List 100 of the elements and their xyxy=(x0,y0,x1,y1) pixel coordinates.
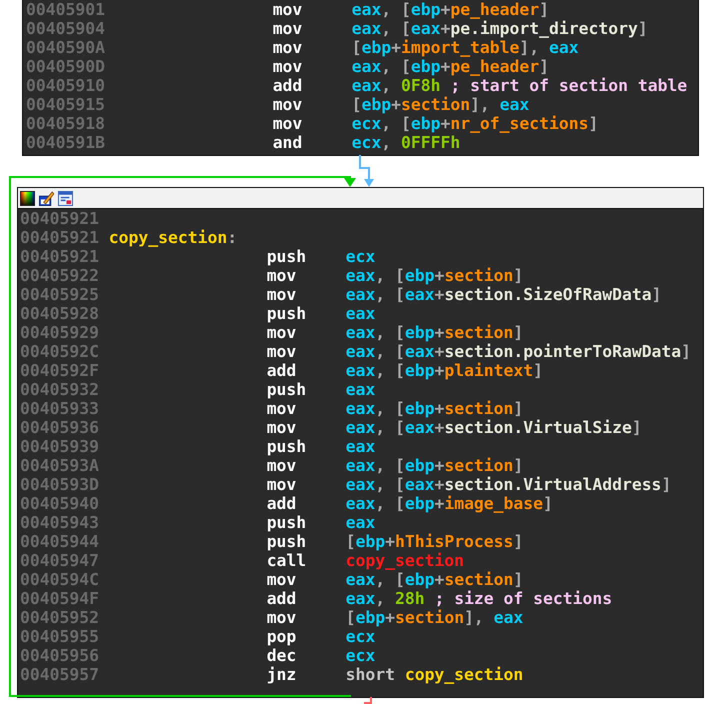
palette-icon[interactable] xyxy=(20,190,35,206)
operand-text: [ebp+section], eax xyxy=(346,608,524,627)
mnemonic-text: push xyxy=(266,513,308,532)
address-text: 0040594F xyxy=(20,589,99,608)
address-text: 00405928 xyxy=(20,304,99,323)
operand-text: [ebp+import_table], eax xyxy=(352,38,579,57)
flow-edge xyxy=(359,155,374,187)
operand-text: short copy_section xyxy=(346,665,524,684)
mnemonic-text: mov xyxy=(266,399,298,418)
operand-text: eax, 0F8h ; start of section table xyxy=(352,76,688,95)
mnemonic-text: mov xyxy=(266,323,298,342)
address-text: 0040592C xyxy=(20,342,99,361)
address-text: 0040593A xyxy=(20,456,99,475)
address-text: 00405901 xyxy=(26,0,105,19)
operand-text: [ebp+section], eax xyxy=(352,95,530,114)
operand-text: eax, [eax+pe.import_directory] xyxy=(352,19,648,38)
mnemonic-text: dec xyxy=(266,646,298,665)
address-text: 00405943 xyxy=(20,513,99,532)
address-text: 00405933 xyxy=(20,399,99,418)
operand-text: ecx xyxy=(346,247,376,266)
mnemonic-text: pop xyxy=(266,627,298,646)
operand-text: eax xyxy=(346,513,376,532)
operand-text: eax, [eax+section.SizeOfRawData] xyxy=(346,285,662,304)
operand-text: eax, [eax+section.VirtualAddress] xyxy=(346,475,672,494)
address-text: 00405939 xyxy=(20,437,99,456)
address-text: 00405932 xyxy=(20,380,99,399)
mnemonic-text: push xyxy=(266,532,308,551)
address-text: 00405944 xyxy=(20,532,99,551)
operand-text: ecx, 0FFFFh xyxy=(352,133,460,152)
address-text: 00405918 xyxy=(26,114,105,133)
branch-edge xyxy=(364,697,372,704)
mnemonic-text: mov xyxy=(266,475,298,494)
address-text: 00405957 xyxy=(20,665,99,684)
address-text: 00405940 xyxy=(20,494,99,513)
address-text: 00405915 xyxy=(26,95,105,114)
address-text: 0040591B xyxy=(26,133,105,152)
mnemonic-text: mov xyxy=(266,285,298,304)
mnemonic-text: push xyxy=(266,247,308,266)
pencil-icon[interactable] xyxy=(39,190,54,206)
mnemonic-text: mov xyxy=(272,95,304,114)
operand-text: eax, [eax+section.pointerToRawData] xyxy=(346,342,692,361)
mnemonic-text: mov xyxy=(266,570,298,589)
address-text: 00405947 xyxy=(20,551,99,570)
address-text: 00405925 xyxy=(20,285,99,304)
address-text: 00405956 xyxy=(20,646,99,665)
operand-text: eax, [ebp+section] xyxy=(346,399,524,418)
mnemonic-text: and xyxy=(272,133,304,152)
operand-text: ecx, [ebp+nr_of_sections] xyxy=(352,114,598,133)
operand-text: ecx xyxy=(346,627,376,646)
graph-window-icon[interactable] xyxy=(58,190,73,206)
operand-text: eax xyxy=(346,437,376,456)
mnemonic-text: mov xyxy=(272,0,304,19)
mnemonic-text: mov xyxy=(266,418,298,437)
operand-text: eax, [ebp+section] xyxy=(346,456,524,475)
address-text: 00405904 xyxy=(26,19,105,38)
mnemonic-text: mov xyxy=(266,342,298,361)
address-text: 00405955 xyxy=(20,627,99,646)
operand-text: [ebp+hThisProcess] xyxy=(346,532,524,551)
operand-text: eax, [ebp+plaintext] xyxy=(346,361,544,380)
mnemonic-text: mov xyxy=(272,57,304,76)
operand-text: eax, [ebp+section] xyxy=(346,323,524,342)
operand-text: ecx xyxy=(346,646,376,665)
address-text: 00405936 xyxy=(20,418,99,437)
mnemonic-text: mov xyxy=(272,19,304,38)
mnemonic-text: jnz xyxy=(266,665,298,684)
operand-text: copy_section xyxy=(346,551,464,570)
operand-text: eax, [ebp+section] xyxy=(346,266,524,285)
operand-text: eax, [ebp+image_base] xyxy=(346,494,553,513)
mnemonic-text: push xyxy=(266,304,308,323)
operand-text: eax, [eax+section.VirtualSize] xyxy=(346,418,642,437)
mnemonic-text: add xyxy=(266,494,298,513)
mnemonic-text: mov xyxy=(266,266,298,285)
operand-text: eax, 28h ; size of sections xyxy=(346,589,612,608)
mnemonic-text: add xyxy=(272,76,304,95)
address-text: 0040594C xyxy=(20,570,99,589)
address-text: 00405921 xyxy=(20,247,99,266)
address-text: 0040590D xyxy=(26,57,105,76)
address-text: 00405952 xyxy=(20,608,99,627)
mnemonic-text: add xyxy=(266,589,298,608)
mnemonic-text: add xyxy=(266,361,298,380)
mnemonic-text: push xyxy=(266,437,308,456)
operand-text: eax xyxy=(346,380,376,399)
operand-text: eax, [ebp+pe_header] xyxy=(352,57,550,76)
mnemonic-text: mov xyxy=(266,456,298,475)
address-text: 00405910 xyxy=(26,76,105,95)
address-text: 00405921 xyxy=(20,209,99,228)
operand-text: eax xyxy=(346,304,376,323)
address-text: 0040592F xyxy=(20,361,99,380)
mnemonic-text: mov xyxy=(272,114,304,133)
address-text: 0040593D xyxy=(20,475,99,494)
label-text: copy_section: xyxy=(108,228,238,247)
mnemonic-text: call xyxy=(266,551,308,570)
address-text: 00405921 xyxy=(20,228,99,247)
address-text: 00405922 xyxy=(20,266,99,285)
mnemonic-text: mov xyxy=(272,38,304,57)
mnemonic-text: mov xyxy=(266,608,298,627)
operand-text: eax, [ebp+section] xyxy=(346,570,524,589)
address-text: 0040590A xyxy=(26,38,105,57)
address-text: 00405929 xyxy=(20,323,99,342)
mnemonic-text: push xyxy=(266,380,308,399)
